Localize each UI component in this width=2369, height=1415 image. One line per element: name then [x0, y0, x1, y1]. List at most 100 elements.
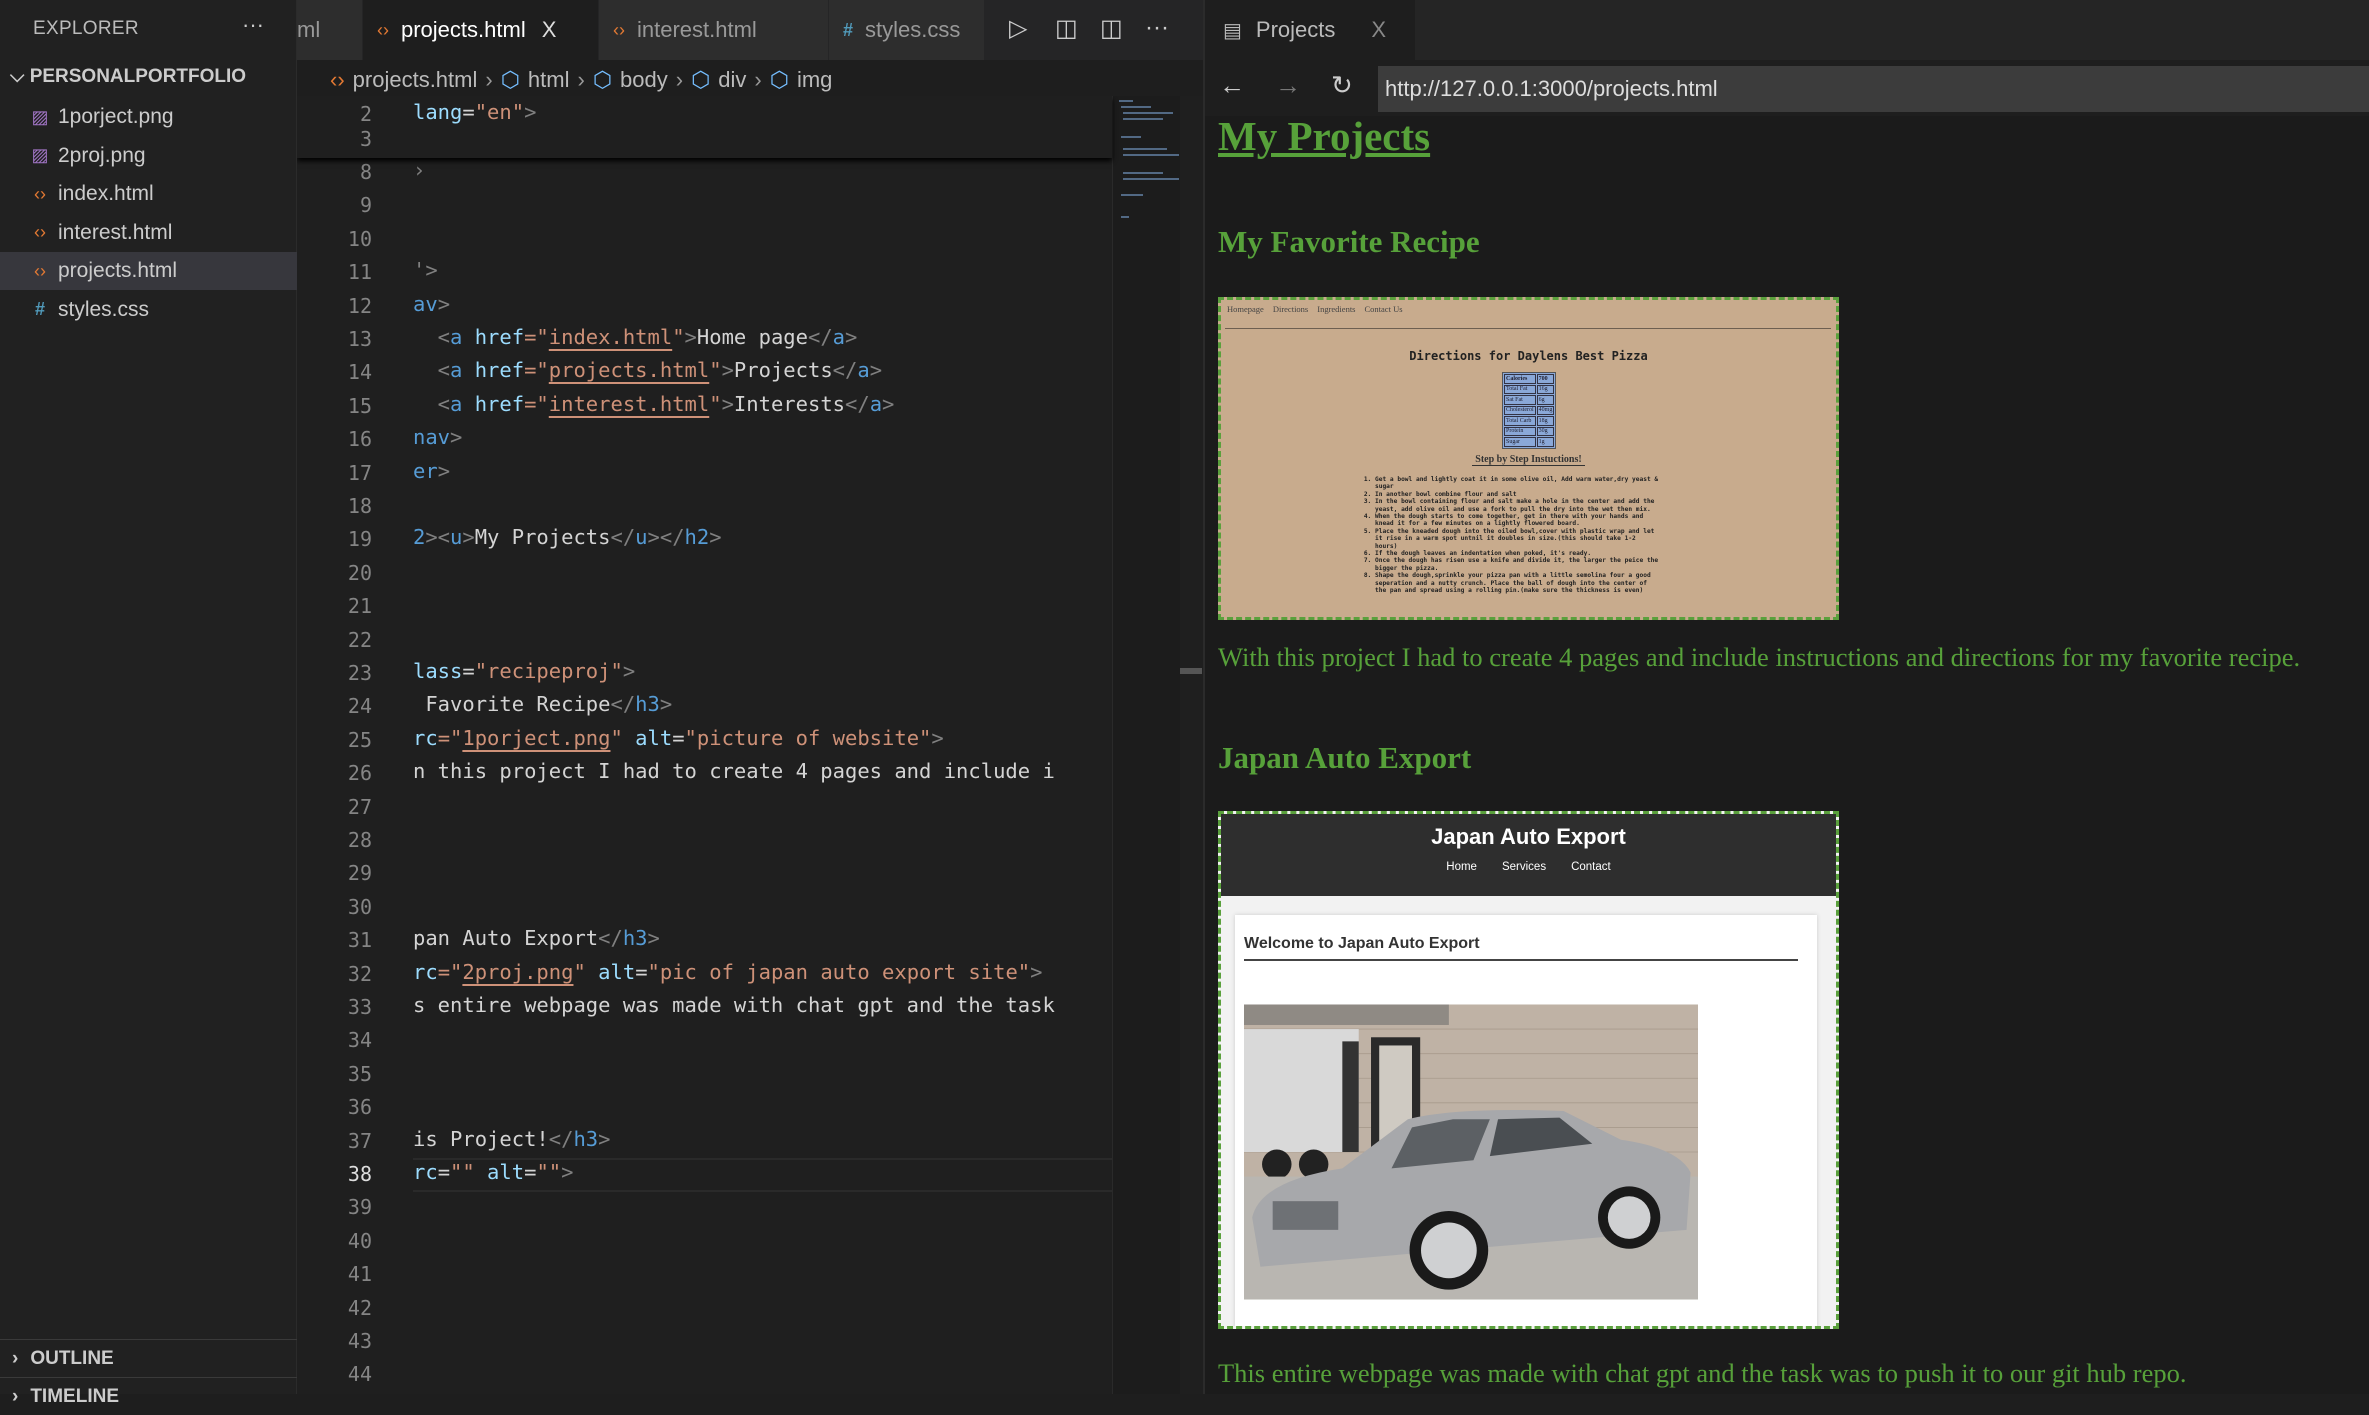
close-icon[interactable]: X [1371, 17, 1386, 43]
tab-styles-css[interactable]: # styles.css [829, 0, 985, 60]
code-line[interactable]: nav> [413, 425, 462, 449]
outline-panel-header[interactable]: › OUTLINE [0, 1339, 297, 1377]
line-number: 16 [347, 427, 372, 452]
recipe-site-screenshot: Homepage Directions Ingredients Contact Us … [1218, 297, 1839, 620]
recipe-nav-link: Homepage [1227, 304, 1264, 314]
jae-nav-item: Services [1501, 861, 1547, 873]
code-token: Favorite Recipe [413, 692, 611, 717]
file-name: projects.html [58, 259, 178, 282]
code-line[interactable]: '> [413, 258, 438, 282]
line-number: 29 [347, 861, 372, 886]
code-editor[interactable]: 8 › 9 10 11 '> 12 av> 13 <a href="index.html">Ho… [297, 96, 1203, 1394]
back-arrow-icon[interactable]: ← [1219, 70, 1245, 101]
file-item[interactable]: # styles.css [0, 291, 297, 329]
code-line[interactable]: av> [413, 292, 450, 316]
file-item[interactable]: ‹› interest.html [0, 214, 297, 252]
file-name: index.html [58, 182, 154, 205]
code-token: >< [425, 525, 451, 550]
file-name: interest.html [58, 220, 173, 244]
line-number: 42 [347, 1295, 372, 1320]
step-item: Get a bowl and lightly coat it in some o… [1375, 476, 1661, 491]
minimap[interactable] [1112, 96, 1180, 1394]
file-item[interactable]: ‹› index.html [0, 175, 297, 213]
step-item: When the dough starts to come together, … [1375, 513, 1661, 528]
breadcrumb-item[interactable]: body [620, 67, 668, 93]
code-line[interactable]: <a href="interest.html">Interests</a> [413, 391, 895, 416]
code-token: '> [413, 258, 438, 283]
code-token: "" [536, 1160, 562, 1184]
code-line[interactable]: pan Auto Export</h3> [413, 926, 660, 950]
url-input[interactable] [1378, 66, 2369, 112]
code-line[interactable]: <a href="index.html">Home page</a> [413, 325, 858, 349]
html-file-icon: ‹› [330, 67, 345, 92]
code-line[interactable]: › [413, 158, 425, 182]
line-number: 8 [359, 160, 372, 184]
code-line[interactable]: lang="en"> [413, 100, 536, 124]
line-number: 43 [347, 1329, 372, 1353]
code-line[interactable]: Favorite Recipe</h3> [413, 692, 672, 716]
code-line[interactable]: 2><u>My Projects</u></h2> [413, 525, 722, 549]
line-number: 17 [347, 460, 372, 485]
code-token: interest.html [548, 391, 710, 416]
jae-card: Welcome to Japan Auto Export [1235, 915, 1817, 1326]
open-preview-icon[interactable]: ◫ [1055, 14, 1078, 43]
breadcrumb-item[interactable]: img [797, 67, 832, 93]
nutrition-row: Sugar 1g [1504, 437, 1555, 447]
tab-label: Projects [1255, 17, 1336, 42]
tab-projects-preview[interactable]: ▤ Projects X [1205, 0, 1415, 60]
more-actions-button[interactable]: ··· [242, 12, 264, 38]
code-line[interactable]: lass="recipeproj"> [413, 659, 635, 683]
simple-browser-panel: ▤ Projects X ← → ↻ My Projects My Favorite… [1203, 0, 2369, 1394]
minimap-preview [1119, 100, 1179, 218]
code-token: > [437, 458, 451, 483]
line-number: 32 [347, 961, 372, 986]
breadcrumb-item[interactable]: html [528, 67, 570, 93]
file-item[interactable]: ‹› projects.html [0, 252, 297, 290]
jae-nav-item: Contact [1571, 861, 1611, 873]
code-line[interactable]: is Project!</h3> [413, 1127, 610, 1151]
code-line[interactable]: s entire webpage was made with chat gpt … [413, 993, 1055, 1017]
chevron-right-icon: › [12, 1347, 19, 1369]
browser-preview-icon: ▤ [1223, 19, 1242, 42]
code-line[interactable]: rc="1porject.png" alt="picture of websit… [413, 726, 944, 750]
file-item[interactable]: ▨ 1porject.png [0, 98, 297, 136]
code-line[interactable]: rc="" alt=""> [413, 1160, 573, 1184]
project-title: Japan Auto Export [1218, 740, 1472, 775]
close-icon[interactable]: X [542, 17, 557, 43]
code-line[interactable]: <a href="projects.html">Projects</a> [413, 358, 882, 382]
timeline-panel-header[interactable]: › TIMELINE [0, 1377, 297, 1415]
tab-projects-html[interactable]: ‹› projects.html X [363, 0, 599, 60]
code-token: n this project I had to create 4 pages a… [413, 759, 1055, 784]
more-actions-icon[interactable]: ··· [1145, 14, 1169, 42]
code-token: " [672, 325, 685, 349]
element-cube-icon: ⬡ [769, 67, 789, 92]
breadcrumb-item[interactable]: div [718, 67, 746, 93]
file-item[interactable]: ▨ 2proj.png [0, 137, 297, 175]
code-token: > [437, 291, 451, 316]
code-line[interactable]: n this project I had to create 4 pages a… [413, 759, 1055, 783]
code-token: "recipeproj" [474, 659, 623, 683]
vertical-scrollbar[interactable] [1180, 176, 1202, 1394]
split-editor-icon[interactable]: ◫ [1100, 14, 1123, 43]
run-icon[interactable]: ▷ [1009, 14, 1027, 43]
line-number: 35 [347, 1061, 372, 1086]
code-token: </ [832, 358, 858, 383]
code-token: lass [413, 659, 463, 683]
tab-interest-html[interactable]: ‹› interest.html [599, 0, 829, 60]
code-token: ></ [647, 525, 685, 550]
folder-header[interactable]: ⌵ PERSONALPORTFOLIO [10, 66, 246, 88]
element-cube-icon: ⬡ [500, 67, 520, 92]
code-line[interactable]: rc="2proj.png" alt="pic of japan auto ex… [413, 960, 1042, 984]
scrollbar-thumb[interactable] [1180, 668, 1202, 674]
line-number: 15 [347, 393, 372, 418]
outline-label: OUTLINE [30, 1347, 114, 1369]
code-token: " [610, 725, 623, 750]
code-token: > [561, 1160, 574, 1184]
jae-header: Japan Auto Export Home Services Contact [1221, 814, 1836, 896]
reload-icon[interactable]: ↻ [1331, 70, 1353, 101]
forward-arrow-icon[interactable]: → [1275, 70, 1301, 101]
breadcrumb-item[interactable]: projects.html [353, 67, 478, 93]
tab-partial[interactable]: ml [297, 0, 363, 60]
code-line[interactable]: er> [413, 459, 450, 483]
code-token: > [684, 325, 697, 349]
